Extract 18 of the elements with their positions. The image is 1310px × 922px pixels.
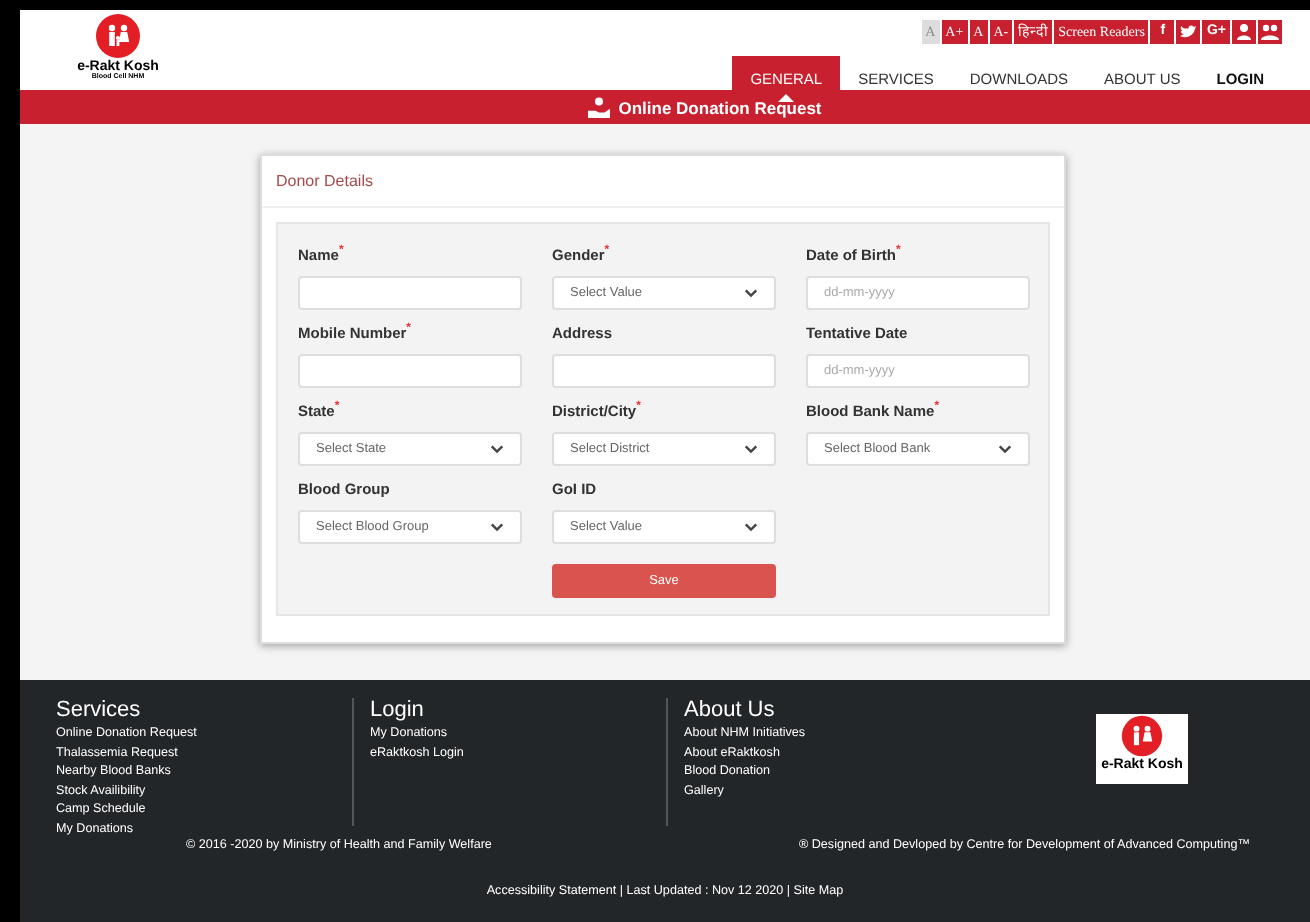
chevron-icon [744, 288, 758, 298]
input-field[interactable] [552, 354, 776, 388]
card-title: Donor Details [276, 172, 373, 190]
chevron-icon [998, 444, 1012, 454]
person-icon[interactable] [1232, 20, 1256, 44]
bird-icon[interactable] [1176, 20, 1201, 44]
input-field[interactable] [298, 276, 522, 310]
chevron-icon [490, 444, 504, 454]
people-icon[interactable] [1258, 20, 1282, 44]
chevron-icon [744, 444, 758, 454]
footer-heading: Login [370, 698, 426, 724]
input-field[interactable] [298, 354, 522, 388]
hand-icon [588, 96, 611, 118]
chevron-icon [744, 522, 758, 532]
footer-heading: About Us [684, 698, 777, 724]
footer-heading: Services [56, 698, 143, 724]
chevron-icon [490, 522, 504, 532]
page-title: Online Donation Request [618, 97, 822, 117]
